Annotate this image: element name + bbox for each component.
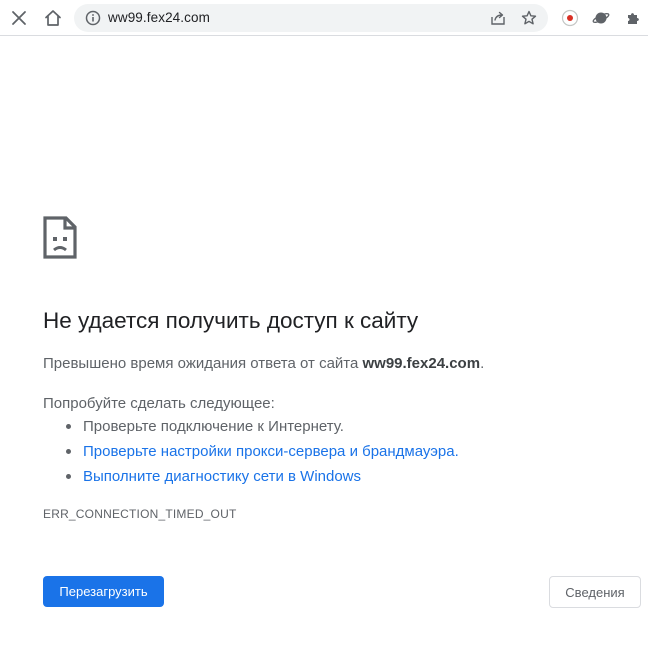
reload-button[interactable]: Перезагрузить — [43, 576, 164, 607]
suggestions-list: Проверьте подключение к Интернету. Прове… — [43, 417, 459, 492]
home-button[interactable] — [40, 5, 66, 31]
site-info-button[interactable] — [84, 9, 102, 27]
planet-extension-icon — [592, 12, 610, 24]
extension-planet-button[interactable] — [588, 5, 614, 31]
home-icon — [45, 10, 61, 26]
extensions-menu-button[interactable] — [620, 5, 646, 31]
error-title: Не удается получить доступ к сайту — [43, 308, 419, 333]
bookmark-button[interactable] — [520, 9, 538, 27]
suggestion-run-diagnostics-link[interactable]: Выполните диагностику сети в Windows — [66, 467, 459, 492]
browser-toolbar: ww99.fex24.com — [0, 0, 648, 36]
error-code: ERR_CONNECTION_TIMED_OUT — [43, 507, 237, 521]
bookmark-star-icon — [521, 10, 537, 25]
puzzle-extensions-icon — [627, 12, 639, 24]
extension-record-button[interactable] — [557, 5, 583, 31]
error-description: Превышено время ожидания ответа от сайта… — [43, 355, 484, 372]
stop-loading-button[interactable] — [6, 5, 32, 31]
share-icon — [491, 11, 505, 25]
suggestions-heading: Попробуйте сделать следующее: — [43, 395, 275, 412]
address-bar[interactable]: ww99.fex24.com — [74, 4, 548, 32]
info-icon — [85, 10, 101, 26]
close-icon — [12, 11, 26, 25]
description-suffix: . — [480, 355, 485, 372]
record-extension-icon — [561, 9, 579, 27]
sad-page-icon — [43, 216, 77, 259]
description-prefix: Превышено время ожидания ответа от сайта — [43, 355, 363, 372]
description-host: ww99.fex24.com — [362, 355, 481, 372]
suggestion-check-proxy-link[interactable]: Проверьте настройки прокси-сервера и бра… — [66, 442, 459, 467]
suggestion-check-connection: Проверьте подключение к Интернету. — [66, 417, 459, 442]
details-button[interactable]: Сведения — [549, 576, 641, 608]
url-text[interactable]: ww99.fex24.com — [108, 10, 210, 25]
share-button[interactable] — [489, 9, 507, 27]
